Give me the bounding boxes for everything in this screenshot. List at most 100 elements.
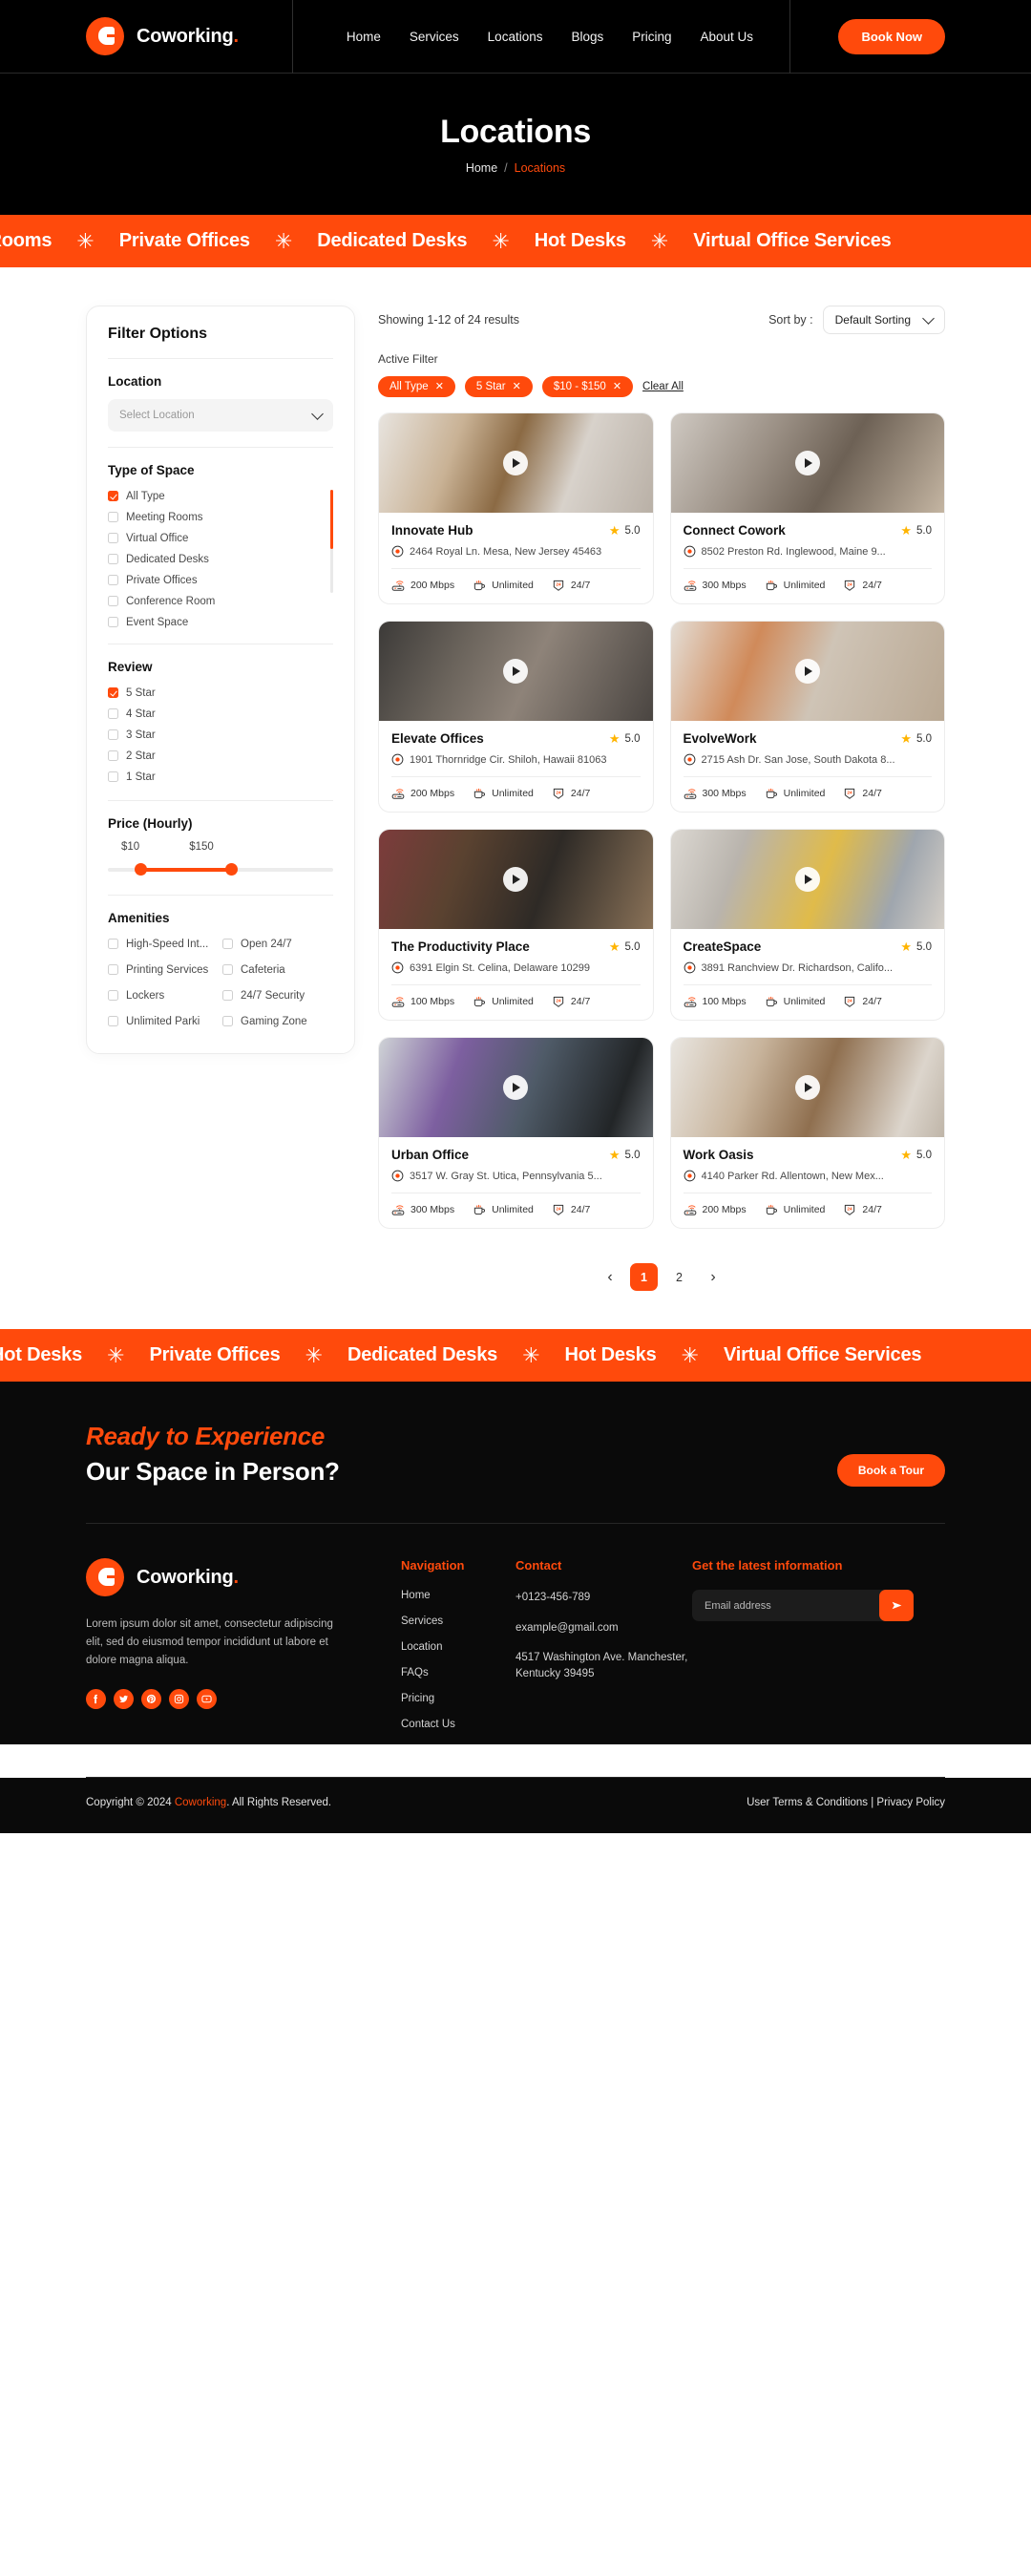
checkbox-24-7-security[interactable] — [222, 990, 233, 1001]
checkbox-event-space[interactable] — [108, 617, 118, 627]
location-card[interactable]: EvolveWork ★ 5.0 2715 Ash Dr. San Jose, … — [669, 621, 945, 813]
pagination-page-2[interactable]: 2 — [665, 1263, 693, 1291]
checkbox-2-star[interactable] — [108, 750, 118, 761]
nav-item-home[interactable]: Home — [347, 30, 381, 44]
location-card[interactable]: Elevate Offices ★ 5.0 1901 Thornridge Ci… — [378, 621, 654, 813]
checkbox-all-type[interactable] — [108, 491, 118, 501]
checkbox-row-high-speed-internet[interactable]: High-Speed Int... — [108, 936, 219, 952]
checkbox-1-star[interactable] — [108, 771, 118, 782]
nav-item-services[interactable]: Services — [410, 30, 459, 44]
pagination-prev[interactable]: ‹ — [598, 1265, 622, 1290]
footer-email[interactable]: example@gmail.com — [516, 1620, 692, 1636]
checkbox-row-private-offices[interactable]: Private Offices — [108, 572, 324, 588]
play-icon[interactable] — [503, 659, 529, 684]
location-card[interactable]: CreateSpace ★ 5.0 3891 Ranchview Dr. Ric… — [669, 829, 945, 1021]
checkbox-row-open-24-7[interactable]: Open 24/7 — [222, 936, 333, 952]
nav-item-blogs[interactable]: Blogs — [571, 30, 603, 44]
location-select[interactable]: Select Location — [108, 399, 333, 432]
type-scrollbar-thumb[interactable] — [330, 490, 333, 549]
pagination-next[interactable]: › — [701, 1265, 726, 1290]
checkbox-conference-room[interactable] — [108, 596, 118, 606]
close-icon[interactable]: ✕ — [513, 381, 521, 392]
filter-chip-price[interactable]: $10 - $150 ✕ — [541, 376, 634, 397]
checkbox-row-dedicated-desks[interactable]: Dedicated Desks — [108, 551, 324, 567]
location-card[interactable]: Connect Cowork ★ 5.0 8502 Preston Rd. In… — [669, 412, 945, 604]
checkbox-high-speed-internet[interactable] — [108, 939, 118, 949]
checkbox-meeting-rooms[interactable] — [108, 512, 118, 522]
checkbox-row-all-type[interactable]: All Type — [108, 488, 324, 504]
legal-links[interactable]: User Terms & Conditions | Privacy Policy — [747, 1797, 945, 1808]
copyright-brand-link[interactable]: Coworking — [175, 1797, 226, 1808]
brand-logo[interactable]: Coworking. — [86, 17, 239, 55]
play-icon[interactable] — [794, 867, 820, 892]
footer-link-faqs[interactable]: FAQs — [401, 1667, 516, 1679]
checkbox-unlimited-parking[interactable] — [108, 1016, 118, 1026]
checkbox-row-1-star[interactable]: 1 Star — [108, 769, 333, 785]
youtube-icon[interactable] — [197, 1688, 217, 1709]
book-now-button[interactable]: Book Now — [838, 18, 945, 54]
newsletter-submit-button[interactable] — [879, 1590, 914, 1621]
footer-link-contact-us[interactable]: Contact Us — [401, 1719, 516, 1730]
pagination-page-1[interactable]: 1 — [630, 1263, 658, 1291]
nav-item-locations[interactable]: Locations — [488, 30, 543, 44]
location-card[interactable]: The Productivity Place ★ 5.0 6391 Elgin … — [378, 829, 654, 1021]
instagram-icon[interactable] — [169, 1688, 189, 1709]
footer-link-location[interactable]: Location — [401, 1641, 516, 1653]
play-icon[interactable] — [503, 867, 529, 892]
checkbox-3-star[interactable] — [108, 729, 118, 740]
pinterest-icon[interactable] — [141, 1688, 161, 1709]
checkbox-row-lockers[interactable]: Lockers — [108, 987, 219, 1003]
price-range-slider[interactable] — [108, 860, 333, 879]
checkbox-lockers[interactable] — [108, 990, 118, 1001]
play-icon[interactable] — [794, 451, 820, 475]
footer-phone[interactable]: +0123-456-789 — [516, 1590, 692, 1606]
location-card[interactable]: Work Oasis ★ 5.0 4140 Parker Rd. Allento… — [669, 1037, 945, 1229]
checkbox-cafeteria[interactable] — [222, 964, 233, 975]
nav-item-pricing[interactable]: Pricing — [632, 30, 671, 44]
close-icon[interactable]: ✕ — [435, 381, 444, 392]
checkbox-row-24-7-security[interactable]: 24/7 Security — [222, 987, 333, 1003]
checkbox-virtual-office[interactable] — [108, 533, 118, 543]
sort-select[interactable]: Default Sorting — [822, 306, 945, 334]
checkbox-dedicated-desks[interactable] — [108, 554, 118, 564]
facebook-icon[interactable] — [86, 1688, 106, 1709]
checkbox-row-3-star[interactable]: 3 Star — [108, 727, 333, 743]
play-icon[interactable] — [503, 1075, 529, 1100]
filter-chip-all-type[interactable]: All Type ✕ — [378, 376, 455, 397]
close-icon[interactable]: ✕ — [613, 381, 621, 392]
twitter-icon[interactable] — [114, 1688, 134, 1709]
location-card[interactable]: Urban Office ★ 5.0 3517 W. Gray St. Utic… — [378, 1037, 654, 1229]
play-icon[interactable] — [503, 451, 529, 475]
clear-all-link[interactable]: Clear All — [642, 381, 684, 392]
footer-link-home[interactable]: Home — [401, 1590, 516, 1601]
footer-link-services[interactable]: Services — [401, 1615, 516, 1627]
slider-knob-max[interactable] — [224, 863, 238, 876]
footer-link-pricing[interactable]: Pricing — [401, 1693, 516, 1704]
checkbox-printing-services[interactable] — [108, 964, 118, 975]
checkbox-row-virtual-office[interactable]: Virtual Office — [108, 530, 324, 546]
type-scrollbar[interactable] — [330, 490, 333, 593]
checkbox-open-24-7[interactable] — [222, 939, 233, 949]
location-card[interactable]: Innovate Hub ★ 5.0 2464 Royal Ln. Mesa, … — [378, 412, 654, 604]
book-a-tour-button[interactable]: Book a Tour — [836, 1454, 945, 1487]
checkbox-private-offices[interactable] — [108, 575, 118, 585]
breadcrumb-home[interactable]: Home — [466, 161, 497, 175]
checkbox-row-cafeteria[interactable]: Cafeteria — [222, 961, 333, 978]
checkbox-4-star[interactable] — [108, 708, 118, 719]
filter-chip-5-star[interactable]: 5 Star ✕ — [464, 376, 533, 397]
checkbox-row-gaming-zone[interactable]: Gaming Zone — [222, 1013, 333, 1029]
slider-knob-min[interactable] — [135, 863, 148, 876]
checkbox-row-2-star[interactable]: 2 Star — [108, 748, 333, 764]
footer-brand-logo[interactable]: Coworking. — [86, 1558, 401, 1596]
nav-item-about-us[interactable]: About Us — [701, 30, 754, 44]
checkbox-row-4-star[interactable]: 4 Star — [108, 706, 333, 722]
checkbox-row-meeting-rooms[interactable]: Meeting Rooms — [108, 509, 324, 525]
checkbox-row-conference-room[interactable]: Conference Room — [108, 593, 324, 609]
checkbox-row-event-space[interactable]: Event Space — [108, 614, 324, 630]
play-icon[interactable] — [794, 659, 820, 684]
checkbox-row-5-star[interactable]: 5 Star — [108, 685, 333, 701]
checkbox-gaming-zone[interactable] — [222, 1016, 233, 1026]
checkbox-row-unlimited-parking[interactable]: Unlimited Parki — [108, 1013, 219, 1029]
play-icon[interactable] — [794, 1075, 820, 1100]
checkbox-5-star[interactable] — [108, 687, 118, 698]
